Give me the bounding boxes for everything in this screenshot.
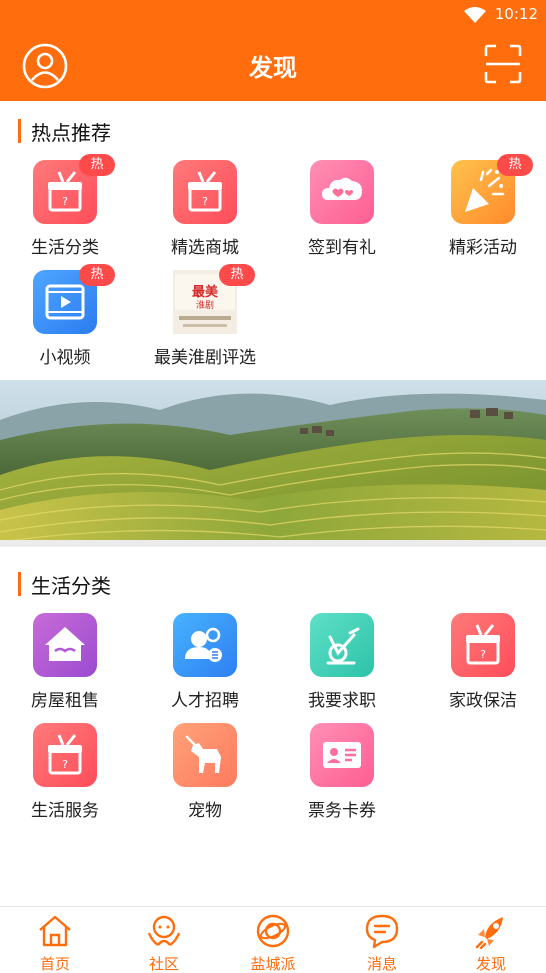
page-title: 发现 (249, 54, 297, 82)
hot-item-short-video[interactable]: 热 小视频 (0, 264, 130, 380)
party-popper-icon: 热 (451, 154, 533, 224)
hot-item-activities[interactable]: 热 精彩活动 (418, 154, 546, 270)
hot-item-mall[interactable]: ? 精选商城 (140, 160, 270, 270)
life-item-housing[interactable]: 房屋租售 (0, 613, 130, 723)
life-item-job-seek[interactable]: 我要求职 (277, 613, 407, 723)
life-item-pets[interactable]: 宠物 (140, 723, 270, 833)
house-handshake-icon (33, 613, 97, 677)
nav-item-messages[interactable]: 消息 (327, 907, 437, 973)
life-item-services[interactable]: ? 生活服务 (0, 723, 130, 833)
gift-box-icon: ? 热 (33, 154, 115, 224)
life-item-tickets[interactable]: 票务卡券 (277, 723, 407, 833)
bottom-nav: 首页 社区 盐城派 消息 发现 (0, 906, 546, 973)
life-item-housekeeping[interactable]: ? 家政保洁 (418, 613, 546, 723)
item-label: 签到有礼 (308, 238, 376, 258)
section-bar (18, 119, 21, 143)
hot-badge: 热 (219, 264, 255, 286)
nav-item-yancheng[interactable]: 盐城派 (218, 907, 328, 973)
svg-text:?: ? (480, 648, 486, 661)
svg-text:?: ? (202, 195, 208, 208)
svg-text:?: ? (62, 758, 68, 771)
item-label: 票务卡券 (308, 801, 376, 821)
hot-badge: 热 (79, 154, 115, 176)
nav-label: 发现 (475, 955, 506, 973)
id-card-icon (310, 723, 374, 787)
top-header: 10:12 发现 (0, 0, 546, 101)
hot-badge: 热 (497, 154, 533, 176)
item-label: 房屋租售 (31, 691, 99, 711)
home-icon (39, 915, 71, 947)
people-icon (173, 613, 237, 677)
hot-badge: 热 (79, 264, 115, 286)
scan-icon[interactable] (484, 44, 522, 84)
hot-item-checkin[interactable]: 签到有礼 (277, 160, 407, 270)
life-item-recruit[interactable]: 人才招聘 (140, 613, 270, 723)
status-time: 10:12 (494, 5, 538, 23)
scenery-banner[interactable] (0, 380, 546, 547)
section-title-life: 生活分类 (18, 571, 111, 598)
item-label: 家政保洁 (449, 691, 517, 711)
item-label: 生活分类 (31, 238, 99, 258)
nav-label: 首页 (39, 955, 70, 973)
hot-item-life-category[interactable]: ? 热 生活分类 (0, 154, 130, 270)
hot-item-opera-vote[interactable]: 最美 淮剧 热 最美淮剧评选 (140, 264, 270, 380)
svg-text:淮剧: 淮剧 (196, 300, 214, 311)
item-label: 我要求职 (308, 691, 376, 711)
item-label: 精选商城 (171, 238, 239, 258)
rice-terrace-image (0, 380, 546, 547)
nav-item-home[interactable]: 首页 (0, 907, 110, 973)
nav-label: 消息 (366, 955, 397, 973)
item-label: 精彩活动 (449, 238, 517, 258)
planet-icon (256, 914, 290, 948)
item-label: 人才招聘 (171, 691, 239, 711)
gift-box-icon: ? (173, 160, 237, 224)
poster-thumbnail: 最美 淮剧 热 (173, 264, 255, 334)
section-title-text: 热点推荐 (31, 120, 111, 145)
chat-bubble-icon (365, 914, 399, 949)
item-label: 生活服务 (31, 801, 99, 821)
item-label: 最美淮剧评选 (154, 348, 256, 368)
section-title-hot: 热点推荐 (18, 118, 111, 145)
exercise-bike-icon (310, 613, 374, 677)
svg-text:最美: 最美 (192, 284, 219, 300)
nav-label: 盐城派 (250, 955, 296, 973)
rocket-icon (475, 917, 503, 949)
item-label: 小视频 (39, 348, 91, 368)
gift-box-icon: ? (33, 723, 97, 787)
wifi-icon (464, 7, 486, 23)
section-title-text: 生活分类 (31, 573, 111, 598)
nav-item-community[interactable]: 社区 (109, 907, 219, 973)
cloud-hearts-icon (310, 160, 374, 224)
dog-icon (173, 723, 237, 787)
video-film-icon: 热 (33, 264, 115, 334)
gift-box-icon: ? (451, 613, 515, 677)
item-label: 宠物 (188, 801, 222, 821)
svg-text:?: ? (62, 195, 68, 208)
nav-label: 社区 (148, 955, 179, 973)
nav-item-discover[interactable]: 发现 (436, 907, 546, 973)
section-bar (18, 572, 21, 596)
community-icon (147, 915, 181, 946)
